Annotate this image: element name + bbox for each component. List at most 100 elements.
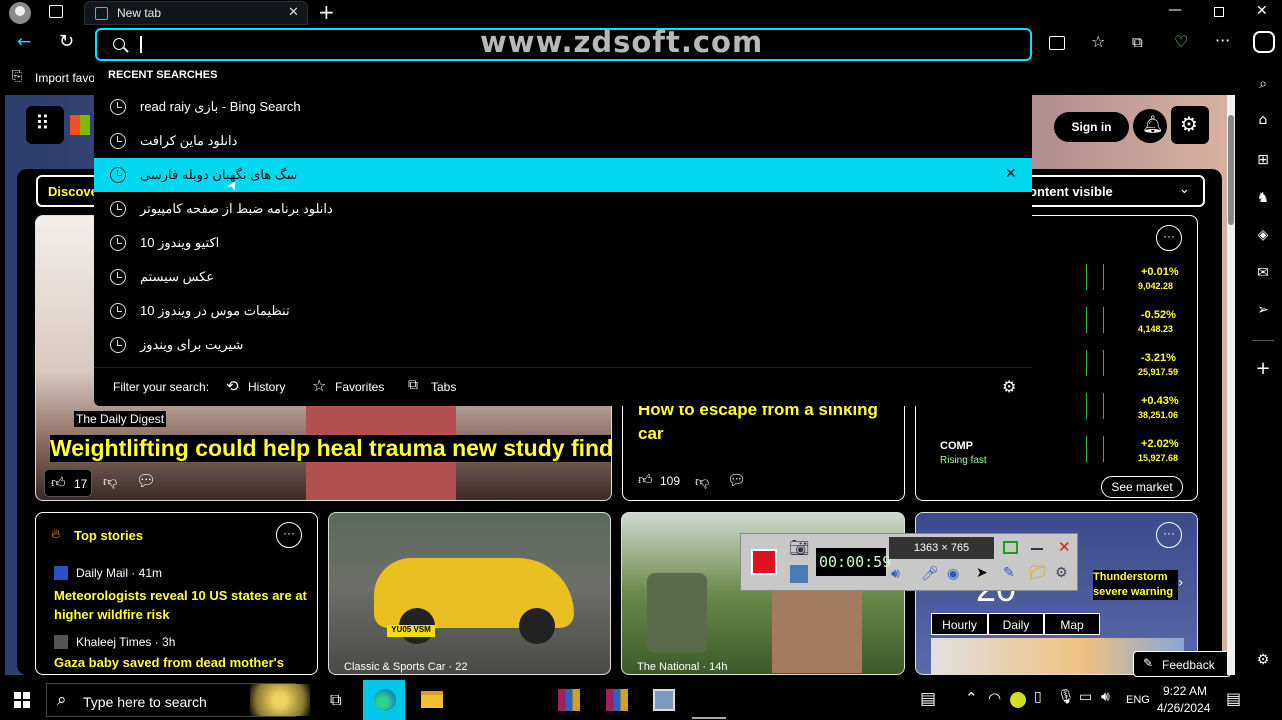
import-favorites-link[interactable]: Import favo [35,71,95,85]
games-icon[interactable]: ♞ [1254,189,1272,207]
shopping-tag-icon[interactable]: ⌂ [1254,111,1272,129]
signin-button[interactable]: Sign in [1054,112,1129,142]
pause-button[interactable] [790,565,808,583]
collections-icon[interactable]: ⧉ [1132,33,1143,51]
hero-like-button[interactable]: 👍︎ 17 [44,469,92,497]
copilot-sidebar-icon[interactable]: ◈ [1254,226,1272,244]
weather-tab-map[interactable]: Map [1044,613,1100,635]
minimize-icon[interactable]: — [1168,2,1182,18]
browser-essentials-icon[interactable]: ♡ [1174,32,1188,51]
tab-new-tab[interactable]: New tab ✕ [84,1,308,25]
chevron-right-icon[interactable]: › [1178,575,1184,591]
filter-history[interactable]: History [248,380,285,394]
cursor-icon[interactable]: ➤ [976,565,988,581]
news-card-car[interactable]: YU05 VSM Classic & Sports Car · 22 [328,512,611,675]
microphone-icon[interactable]: 🎙︎ [1057,689,1075,705]
file-explorer-icon[interactable] [421,691,443,708]
record-button[interactable] [751,549,777,575]
restore-icon[interactable] [1214,7,1224,17]
tab-actions-icon[interactable] [49,5,63,18]
sidebar-settings-icon[interactable]: ⚙ [1254,651,1272,669]
copilot-icon[interactable] [1253,31,1275,53]
refresh-icon[interactable]: ↻ [59,31,74,52]
filter-tabs[interactable]: Tabs [431,380,456,394]
close-window-icon[interactable]: ✕ [1256,3,1268,19]
top-stories-more-button[interactable]: ··· [276,522,302,548]
notifications-button[interactable]: 🔔︎ [1133,109,1167,143]
add-icon[interactable]: + [1254,360,1272,378]
phone-icon[interactable]: ▯ [1034,689,1042,705]
folder-icon[interactable]: 📁︎ [1029,565,1047,581]
thumbs-down-icon[interactable]: 👎︎ [695,473,709,490]
outlook-icon[interactable]: ✉ [1254,264,1272,282]
recent-search-item[interactable]: دانلود برنامه ضبط از صفحه کامپیوتر [94,192,1032,226]
app-tray-icon[interactable] [1010,692,1026,708]
taskbar-edge[interactable] [363,680,405,720]
send-icon[interactable]: ➢ [1254,301,1272,319]
battery-icon[interactable]: ▭ [1079,689,1092,705]
split-screen-icon[interactable] [1049,36,1065,50]
thumbs-up-icon[interactable]: 👍︎ [638,471,653,488]
see-market-button[interactable]: See market [1101,476,1183,498]
show-hidden-icons[interactable]: ⌃ [965,689,978,707]
settings-button[interactable]: ⚙ [1171,106,1209,144]
news-widget-icon[interactable]: ▤ [920,689,936,709]
more-menu-icon[interactable]: ··· [1215,31,1230,50]
profile-avatar[interactable] [9,2,31,24]
remove-search-icon[interactable]: ✕ [1005,166,1017,182]
region-icon[interactable] [1003,541,1018,554]
pen-icon[interactable]: ✎ [1003,565,1015,581]
recent-search-item[interactable]: تنظیمات موس در ویندوز 10 [94,294,1032,328]
recent-search-item[interactable]: read raiy بازی - Bing Search [94,90,1032,124]
search-highlight-image[interactable] [250,684,310,716]
page-scrollbar[interactable] [1227,95,1235,675]
hero-title[interactable]: Weightlifting could help heal trauma new… [50,435,611,462]
history-icon[interactable]: ⟲ [226,377,239,395]
filter-favorites[interactable]: Favorites [335,380,384,394]
volume-icon[interactable]: 🔊︎ [1101,689,1110,705]
recent-search-item[interactable]: اکتیو ویندوز 10 [94,226,1032,260]
search-icon[interactable]: ⌕ [1254,75,1272,93]
back-icon[interactable]: ← [17,32,31,52]
scroll-thumb[interactable] [1228,115,1234,225]
comment-icon[interactable]: 💬︎ [136,471,156,490]
wifi-icon[interactable]: ◠ [988,689,1001,707]
recent-search-item[interactable]: سگ های نگهبان دوبله فارسی ✕ ➤ [94,158,1032,194]
toolbox-icon[interactable]: ⊞ [1254,151,1272,169]
microphone-icon[interactable]: 🎤︎ [921,566,939,582]
tabs-icon[interactable]: ⧉ [408,377,418,393]
recent-search-item[interactable]: دانلود ماین کرافت [94,124,1032,158]
winrar-icon[interactable] [606,689,628,711]
recent-search-item[interactable]: عکس سیستم [94,260,1032,294]
weather-alert[interactable]: Thunderstorm severe warning [1093,570,1178,600]
content-visibility-select[interactable]: ontent visible ⌄ [1015,175,1205,207]
comment-icon[interactable]: 💬︎ [727,471,746,489]
apps-grid-button[interactable]: ⠿ [26,106,64,144]
recorder-minimize-icon[interactable] [1031,548,1043,550]
language-indicator[interactable]: ENG [1126,694,1150,706]
weather-more-button[interactable]: ··· [1156,522,1182,548]
speaker-icon[interactable]: 🔊︎ [891,566,900,582]
notification-center-icon[interactable]: ▤ [1226,689,1241,708]
camera-icon[interactable]: 📷︎ [789,538,809,557]
installer-icon[interactable] [653,689,675,711]
winrar-icon[interactable] [558,689,580,711]
task-view-icon[interactable]: ⧉ [330,690,341,710]
feedback-button[interactable]: ✎ Feedback [1133,651,1231,677]
recorder-settings-icon[interactable]: ⚙ [1055,565,1068,581]
star-icon[interactable]: ☆ [312,376,326,395]
story2-title[interactable]: Gaza baby saved from dead mother's [54,655,309,670]
story1-title[interactable]: Meteorologists reveal 10 US states are a… [54,586,309,624]
clock-time[interactable]: 9:22 AM [1163,684,1207,698]
clock-date[interactable]: 4/26/2024 [1157,701,1210,715]
close-tab-icon[interactable]: ✕ [288,5,299,20]
webcam-icon[interactable]: ◉ [947,566,959,582]
recorder-close-icon[interactable]: ✕ [1058,538,1071,556]
settings-icon[interactable]: ⚙ [1002,377,1016,396]
weather-tab-daily[interactable]: Daily [988,613,1044,635]
favorite-star-icon[interactable]: ☆ [1091,32,1105,51]
recent-search-item[interactable]: شیریت برای ویندوز [94,328,1032,362]
markets-more-button[interactable]: ··· [1156,225,1182,251]
new-tab-icon[interactable]: + [318,0,335,24]
start-button[interactable] [14,692,30,708]
